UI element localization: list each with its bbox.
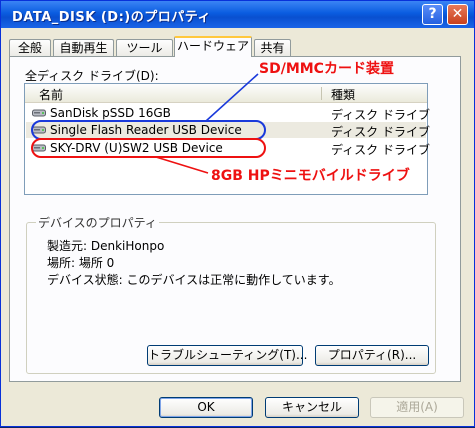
device-type: ディスク ドライブ xyxy=(331,125,430,139)
troubleshoot-button[interactable]: トラブルシューティング(T)... xyxy=(147,345,307,366)
tab-hardware[interactable]: ハードウェア xyxy=(174,36,252,57)
device-list-label: 全ディスク ドライブ(D): xyxy=(25,69,159,83)
tab-sharing[interactable]: 共有 xyxy=(254,39,291,56)
hp-annotation: 8GB HPミニモバイルドライブ xyxy=(211,168,410,184)
cancel-button[interactable]: キャンセル xyxy=(265,397,359,418)
device-status-text: デバイス状態: このデバイスは正常に動作しています。 xyxy=(47,273,341,287)
manufacturer-text: 製造元: DenkiHonpo xyxy=(47,239,165,253)
title-bar[interactable]: DATA_DISK (D:)のプロパティ ? ✕ xyxy=(1,1,474,28)
device-type: ディスク ドライブ xyxy=(331,108,430,122)
tab-autoplay[interactable]: 自動再生 xyxy=(53,39,114,56)
sdmmc-highlight-oval xyxy=(31,120,266,140)
tab-tools[interactable]: ツール xyxy=(116,39,173,56)
help-icon: ? xyxy=(428,6,437,22)
close-button[interactable]: ✕ xyxy=(447,4,468,25)
hard-drive-icon xyxy=(32,109,46,117)
list-header: 名前 種類 xyxy=(25,84,427,103)
window-title: DATA_DISK (D:)のプロパティ xyxy=(12,10,211,25)
close-icon: ✕ xyxy=(451,6,464,22)
device-name: SanDisk pSSD 16GB xyxy=(50,106,171,120)
sdmmc-annotation: SD/MMCカード装置 xyxy=(259,61,394,77)
column-header-name[interactable]: 名前 xyxy=(39,86,63,103)
hp-highlight-oval xyxy=(31,138,266,158)
ok-button[interactable]: OK xyxy=(159,397,253,418)
column-header-type[interactable]: 種類 xyxy=(331,86,355,103)
group-title: デバイスのプロパティ xyxy=(36,214,159,231)
properties-window: DATA_DISK (D:)のプロパティ ? ✕ 全般 自動再生 ツール ハード… xyxy=(0,0,475,427)
apply-button[interactable]: 適用(A) xyxy=(370,397,464,418)
column-divider[interactable] xyxy=(321,87,322,100)
device-row[interactable]: SanDisk pSSD 16GB ディスク ドライブ xyxy=(26,105,430,122)
device-properties-button[interactable]: プロパティ(R)... xyxy=(315,345,429,366)
help-button[interactable]: ? xyxy=(422,4,443,25)
location-text: 場所: 場所 0 xyxy=(47,256,115,270)
device-type: ディスク ドライブ xyxy=(331,143,430,157)
tab-general[interactable]: 全般 xyxy=(9,39,51,56)
